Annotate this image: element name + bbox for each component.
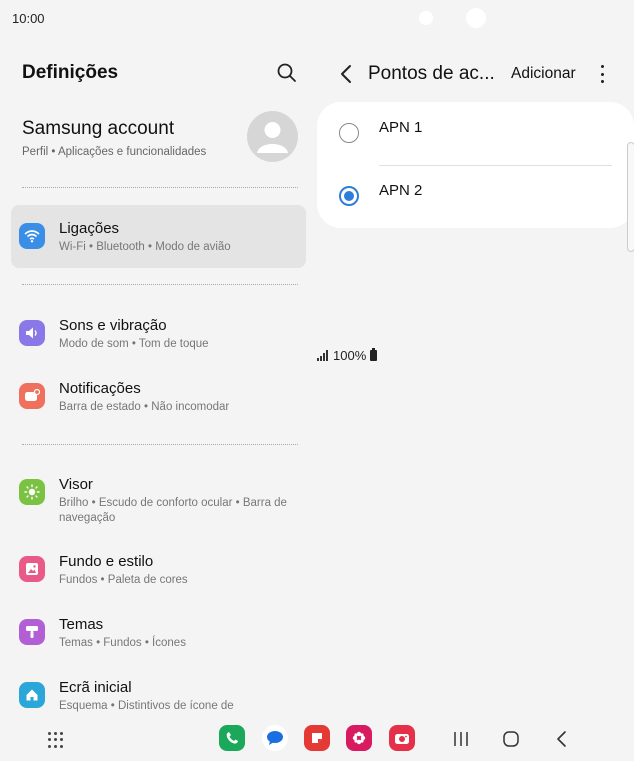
settings-item-label: Fundo e estilo <box>59 553 154 570</box>
person-icon <box>257 122 288 153</box>
camera-icon[interactable] <box>389 725 415 751</box>
settings-item-label: Ligações <box>59 220 120 237</box>
settings-item-label: Ecrã inicial <box>59 679 132 696</box>
back-nav-icon[interactable] <box>554 730 570 748</box>
page-title: Pontos de ac... <box>368 63 495 84</box>
notification-icon <box>19 383 45 409</box>
divider <box>22 187 298 188</box>
scrollbar[interactable] <box>627 142 634 252</box>
divider <box>22 284 298 285</box>
apn-pane: Pontos de ac... Adicionar APN 1 APN 2 <box>317 36 634 726</box>
phone-icon[interactable] <box>219 725 245 751</box>
settings-item-sub: Temas • Fundos • Ícones <box>59 637 186 649</box>
settings-item-notificacoes[interactable]: Notificações Barra de estado • Não incom… <box>11 365 306 428</box>
recent-apps-icon[interactable] <box>452 730 470 748</box>
brightness-icon <box>19 479 45 505</box>
apn-list: APN 1 APN 2 <box>317 102 634 228</box>
themes-icon <box>19 619 45 645</box>
apn-item[interactable]: APN 2 <box>317 165 634 228</box>
apn-label: APN 1 <box>379 119 423 136</box>
settings-item-label: Temas <box>59 616 104 633</box>
radio-button[interactable] <box>339 123 359 143</box>
back-icon[interactable] <box>339 64 353 84</box>
settings-item-fundo[interactable]: Fundo e estilo Fundos • Paleta de cores <box>11 538 306 601</box>
settings-item-temas[interactable]: Temas Temas • Fundos • Ícones <box>11 601 306 664</box>
settings-item-sub: Modo de som • Tom de toque <box>59 338 209 350</box>
page-title: Definições <box>22 62 119 83</box>
settings-item-sub: Wi-Fi • Bluetooth • Modo de avião <box>59 241 231 253</box>
search-icon[interactable] <box>276 62 298 84</box>
gallery-icon[interactable] <box>346 725 372 751</box>
divider <box>22 444 298 445</box>
radio-button-selected[interactable] <box>339 186 359 206</box>
settings-item-sons[interactable]: Sons e vibração Modo de som • Tom de toq… <box>11 302 306 365</box>
status-time: 10:00 <box>12 11 45 26</box>
settings-item-ecra-inicial[interactable]: Ecrã inicial Esquema • Distintivos de íc… <box>11 664 306 727</box>
volume-icon <box>19 320 45 346</box>
add-button[interactable]: Adicionar <box>511 65 576 83</box>
settings-item-label: Notificações <box>59 380 141 397</box>
wallpaper-icon <box>19 556 45 582</box>
apn-item[interactable]: APN 1 <box>317 102 634 165</box>
wifi-icon <box>19 223 45 249</box>
avatar[interactable] <box>247 111 298 162</box>
messages-icon[interactable] <box>262 725 288 751</box>
settings-item-label: Visor <box>59 476 93 493</box>
home-icon <box>19 682 45 708</box>
settings-item-sub: Fundos • Paleta de cores <box>59 574 188 586</box>
notes-icon[interactable] <box>304 725 330 751</box>
settings-item-sub: Barra de estado • Não incomodar <box>59 401 230 413</box>
settings-item-sub: Esquema • Distintivos de ícone de <box>59 700 234 712</box>
home-button-icon[interactable] <box>502 730 520 748</box>
apn-label: APN 2 <box>379 182 423 199</box>
apps-grid-icon[interactable] <box>48 732 64 748</box>
more-options-icon[interactable] <box>599 65 605 83</box>
status-bar: 10:00 100% <box>0 0 634 363</box>
navigation-bar <box>0 722 634 758</box>
settings-pane: Definições Samsung account Perfil • Apli… <box>0 36 317 726</box>
settings-item-ligacoes[interactable]: Ligações Wi-Fi • Bluetooth • Modo de avi… <box>11 205 306 268</box>
settings-item-label: Sons e vibração <box>59 317 167 334</box>
settings-item-visor[interactable]: Visor Brilho • Escudo de conforto ocular… <box>11 461 306 539</box>
settings-item-sub: Brilho • Escudo de conforto ocular • Bar… <box>59 497 287 524</box>
